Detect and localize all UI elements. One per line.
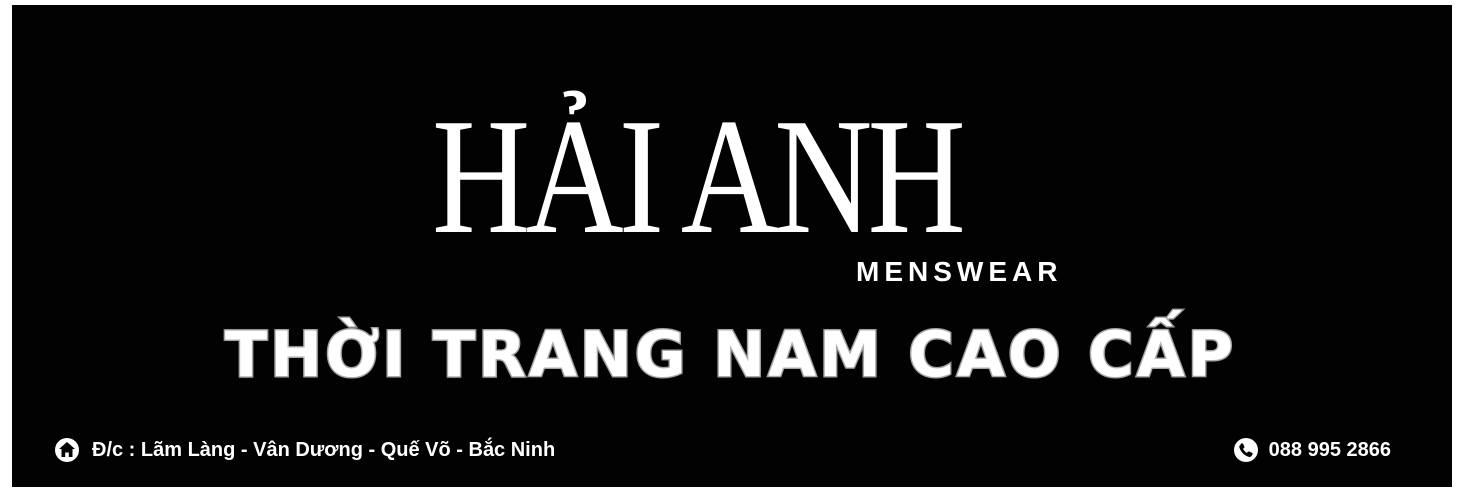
banner: HẢI ANH MENSWEAR <box>12 5 1452 487</box>
home-icon <box>54 437 80 463</box>
phone-number: 088 995 2866 <box>1268 438 1391 461</box>
brand-name: HẢI ANH <box>432 84 966 268</box>
phone-icon <box>1233 437 1259 463</box>
address-block: Đ/c : Lãm Làng - Vân Dương - Quế Võ - Bắ… <box>54 436 555 464</box>
tagline: THỜI TRANG NAM CAO CẤP <box>223 317 1237 393</box>
brand-logo: HẢI ANH MENSWEAR <box>432 93 1072 303</box>
brand-subtitle: MENSWEAR <box>856 256 1063 287</box>
address-text: Đ/c : Lãm Làng - Vân Dương - Quế Võ - Bắ… <box>92 438 556 461</box>
phone-block: 088 995 2866 <box>1233 436 1391 464</box>
